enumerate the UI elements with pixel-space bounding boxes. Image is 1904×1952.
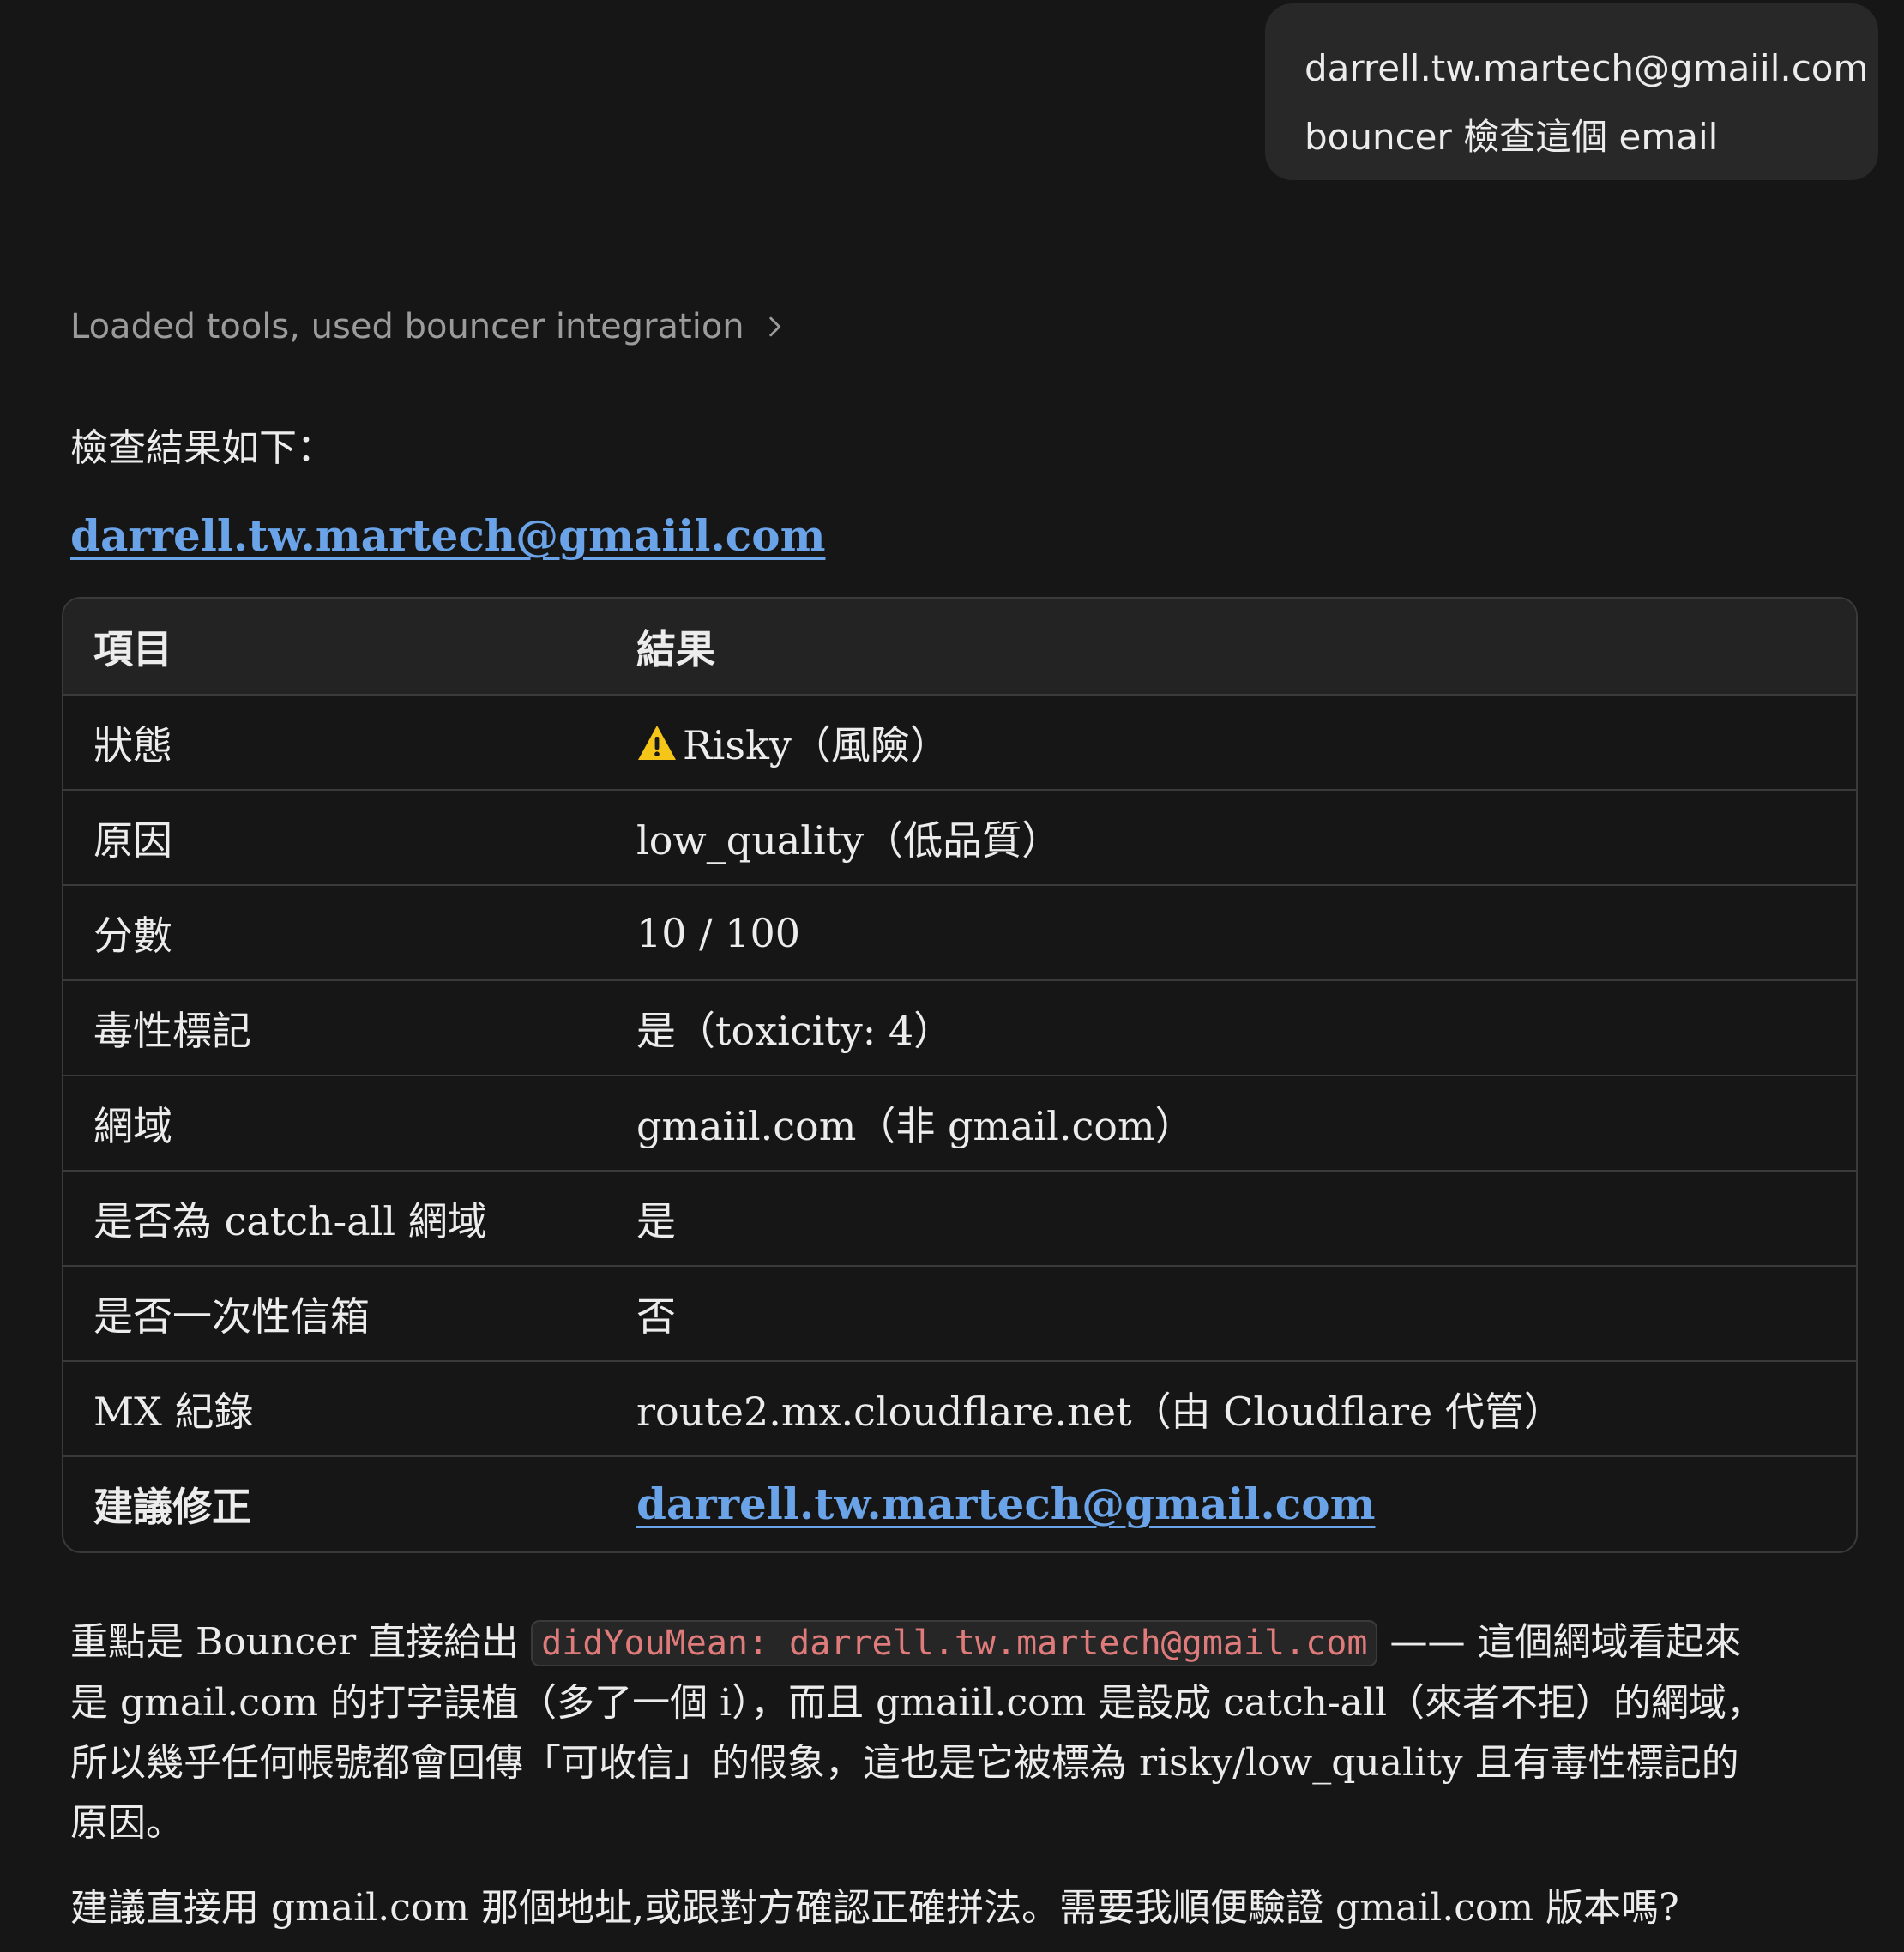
did-you-mean-code: didYouMean: darrell.tw.martech@gmail.com xyxy=(531,1620,1378,1666)
row-value: low_quality（低品質） xyxy=(636,816,1062,864)
suggestion-paragraph: 建議直接用 gmail.com 那個地址,或跟對方確認正確拼法。需要我順便驗證 … xyxy=(70,1886,1679,1930)
user-message-line-2: bouncer 檢查這個 email xyxy=(1304,116,1719,158)
table-row: 是否一次性信箱 否 xyxy=(63,1265,1856,1360)
row-label: 毒性標記 xyxy=(93,1007,251,1054)
row-label: 原因 xyxy=(93,816,172,864)
row-value: 否 xyxy=(636,1292,676,1340)
explanation-prefix: 重點是 Bouncer 直接給出 xyxy=(70,1620,532,1664)
warning-icon xyxy=(638,725,676,760)
row-value: 是（toxicity: 4） xyxy=(636,1007,954,1054)
explanation-suffix: —— 這個網域看起來 xyxy=(1377,1620,1742,1664)
chevron-right-icon xyxy=(768,316,780,337)
table-header-result: 結果 xyxy=(636,625,715,672)
explanation-line-3: 所以幾乎任何帳號都會回傳「可收信」的假象，這也是它被標為 risky/low_q… xyxy=(70,1741,1739,1785)
user-message-line-1: darrell.tw.martech@gmaiil.com xyxy=(1304,47,1869,89)
suggested-email-link[interactable]: darrell.tw.martech@gmail.com xyxy=(636,1479,1375,1529)
row-label: 分數 xyxy=(93,912,172,959)
explanation-line-2: 是 gmail.com 的打字誤植（多了一個 i），而且 gmaiil.com … xyxy=(70,1681,1765,1725)
explanation-paragraph: 重點是 Bouncer 直接給出 didYouMean: darrell.tw.… xyxy=(70,1612,1837,1853)
row-label: 是否為 catch-all 網域 xyxy=(93,1197,487,1244)
result-heading: 檢查結果如下： xyxy=(70,426,334,470)
user-message-bubble: darrell.tw.martech@gmaiil.com bouncer 檢查… xyxy=(1265,3,1878,180)
row-label: MX 紀錄 xyxy=(93,1388,254,1435)
tools-summary-label: Loaded tools, used bouncer integration xyxy=(70,307,744,346)
row-value: Risky（風險） xyxy=(636,714,1856,771)
table-row: 原因 low_quality（低品質） xyxy=(63,789,1856,884)
tools-summary-toggle[interactable]: Loaded tools, used bouncer integration xyxy=(70,307,789,346)
table-row: 狀態 Risky（風險） xyxy=(63,694,1856,789)
table-header-item: 項目 xyxy=(93,625,172,672)
row-value: 是 xyxy=(636,1197,676,1244)
explanation-line-1: 重點是 Bouncer 直接給出 didYouMean: darrell.tw.… xyxy=(70,1612,1837,1673)
table-header-row: 項目 結果 xyxy=(63,599,1856,694)
result-table: 項目 結果 狀態 Risky（風險） 原因 low_quality（低品質） 分… xyxy=(62,597,1858,1553)
row-value: darrell.tw.martech@gmail.com xyxy=(636,1479,1856,1529)
row-value: gmaiil.com（非 gmail.com） xyxy=(636,1102,1195,1149)
table-row: 是否為 catch-all 網域 是 xyxy=(63,1170,1856,1265)
table-row: 建議修正 darrell.tw.martech@gmail.com xyxy=(63,1455,1856,1551)
row-label: 是否一次性信箱 xyxy=(93,1292,370,1340)
checked-email-link[interactable]: darrell.tw.martech@gmaiil.com xyxy=(70,506,825,566)
row-label: 狀態 xyxy=(93,721,172,768)
status-value: Risky（風險） xyxy=(683,721,949,768)
table-row: 毒性標記 是（toxicity: 4） xyxy=(63,979,1856,1075)
table-row: 網域 gmaiil.com（非 gmail.com） xyxy=(63,1075,1856,1170)
table-row: MX 紀錄 route2.mx.cloudflare.net（由 Cloudfl… xyxy=(63,1360,1856,1455)
row-value: 10 / 100 xyxy=(636,909,801,956)
row-value: route2.mx.cloudflare.net（由 Cloudflare 代管… xyxy=(636,1388,1564,1435)
explanation-line-4: 原因。 xyxy=(70,1801,184,1845)
row-label: 網域 xyxy=(93,1102,172,1149)
row-label: 建議修正 xyxy=(93,1483,251,1530)
table-row: 分數 10 / 100 xyxy=(63,884,1856,979)
